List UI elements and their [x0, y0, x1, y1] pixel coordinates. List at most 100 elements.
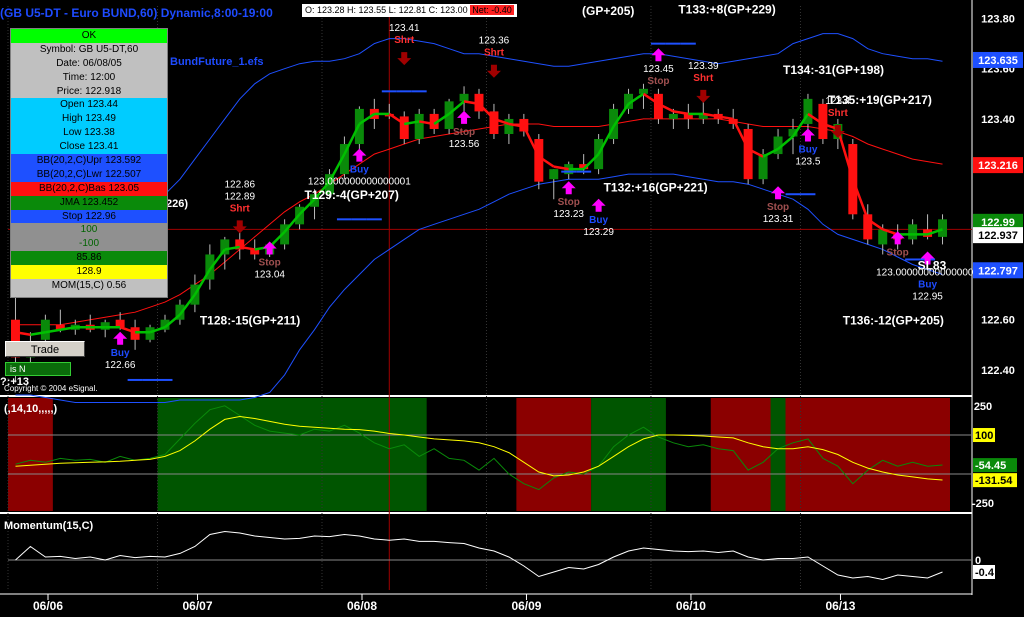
short-label: 123.36: [479, 36, 510, 47]
trade-button[interactable]: Trade: [5, 341, 85, 357]
ohlc-close: C: 123.00: [428, 5, 468, 15]
buy-label: 122.95: [912, 291, 943, 302]
candle-body[interactable]: [668, 113, 678, 119]
stop-label: Stop: [767, 202, 789, 213]
stop-label: 123.56: [449, 139, 480, 150]
cci-tick-label: 250: [974, 401, 992, 413]
mom-pane-label: Momentum(15,C): [4, 520, 94, 532]
candle-body[interactable]: [40, 319, 50, 340]
buy-label: Buy: [589, 215, 608, 226]
data-window-row: Close 123.41: [11, 140, 167, 155]
candle-body[interactable]: [908, 224, 918, 240]
short-label: 122.89: [224, 191, 255, 202]
cci-zone-band: [157, 398, 427, 511]
data-window-row: Stop 122.96: [11, 209, 167, 224]
short-arrow-icon: [696, 89, 711, 103]
title-mode: Dynamic,8:00-19:00: [160, 6, 273, 20]
candle-body[interactable]: [414, 113, 424, 140]
data-window-row: MOM(15,C) 0.56: [11, 279, 167, 293]
candle-body[interactable]: [145, 327, 155, 340]
price-tick-label: 122.60: [981, 315, 1015, 327]
title-symbol: (GB U5-DT - Euro BUND,60): [0, 6, 158, 20]
chart-title: (GB U5-DT - Euro BUND,60) Dynamic,8:00-1…: [0, 4, 273, 22]
candle-body[interactable]: [549, 169, 559, 180]
cci-marker-label: -54.45: [975, 460, 1006, 472]
stop-label: Stop: [887, 247, 909, 258]
stop-label: 123.45: [643, 64, 674, 75]
cci-tick-label: -250: [972, 498, 994, 510]
data-window-row: 85.86: [11, 251, 167, 266]
short-label: Shrt: [693, 73, 714, 84]
date-tick-label: 06/08: [347, 599, 377, 613]
buy-label: 122.66: [105, 360, 136, 371]
cci-pane-label: (,14,10,,,,,): [4, 403, 58, 415]
short-label: Shrt: [484, 48, 505, 59]
data-window-row: BB(20,2,C)Upr 123.592: [11, 154, 167, 168]
candle-body[interactable]: [250, 249, 260, 255]
buy-label: 123.29: [583, 227, 614, 238]
date-tick-label: 06/07: [183, 599, 213, 613]
buy-label: 123.5: [795, 157, 820, 168]
stop-label: Stop: [453, 127, 475, 138]
trade-result-label: SL83: [918, 259, 947, 273]
price-marker-label: 123.216: [978, 160, 1018, 172]
trade-result-label: T135:+19(GP+217): [828, 93, 932, 107]
data-window-row: -100: [11, 237, 167, 252]
buy-label: Buy: [918, 279, 937, 290]
stop-label: 123.31: [763, 214, 794, 225]
ohlc-readout: O: 123.28 H: 123.55 L: 122.81 C: 123.00 …: [302, 4, 517, 17]
data-window-row: BB(20,2,C)Bas 123.05: [11, 181, 167, 196]
data-window-row: Symbol: GB U5-DT,60: [11, 42, 167, 57]
trade-result-label: T136:-12(GP+205): [843, 314, 944, 328]
candle-body[interactable]: [743, 128, 753, 180]
trade-result-label: T133:+8(GP+229): [678, 3, 775, 17]
stop-label: 123.04: [254, 269, 285, 280]
data-window-row: Open 123.44: [11, 98, 167, 113]
trade-result-label: T128:-15(GP+211): [200, 314, 300, 328]
short-label: Shrt: [828, 108, 849, 119]
candle-body[interactable]: [459, 93, 469, 102]
mom-marker-label: -0.4: [975, 567, 995, 579]
price-marker-label: 123.635: [978, 55, 1018, 67]
title-trailing: (GP+205): [582, 4, 635, 18]
stop-label: Stop: [259, 257, 281, 268]
trade-status: is N: [5, 362, 71, 376]
efs-name: BundFuture_1.efs: [170, 56, 264, 68]
candle-body[interactable]: [758, 154, 768, 180]
buy-arrow-icon: [591, 198, 606, 212]
ohlc-low: L: 122.81: [388, 5, 427, 15]
data-window[interactable]: OK Symbol: GB U5-DT,60 Date: 06/08/05 Time:…: [10, 28, 168, 298]
jma-segment: [673, 110, 689, 116]
buy-label: Buy: [350, 165, 369, 176]
candle-body[interactable]: [638, 88, 648, 94]
buy-label: Buy: [798, 145, 817, 156]
data-window-row: Low 123.38: [11, 126, 167, 141]
candle-body[interactable]: [130, 327, 140, 340]
stop-arrow-icon: [771, 186, 786, 200]
price-axis-area: [972, 0, 1024, 617]
data-window-row: OK: [11, 29, 167, 43]
date-tick-label: 06/09: [511, 599, 541, 613]
candle-body[interactable]: [504, 118, 514, 134]
cci-zone-band: [785, 398, 950, 511]
short-arrow-icon: [232, 220, 247, 234]
cci-marker-label: -131.54: [975, 475, 1013, 487]
stop-arrow-icon: [651, 48, 666, 62]
short-label: 123.39: [688, 61, 719, 72]
data-window-row: Time: 12:00: [11, 70, 167, 85]
short-label: 122.86: [224, 179, 255, 190]
ohlc-net: Net: -0.40: [470, 5, 514, 15]
candle-body[interactable]: [100, 322, 110, 330]
candle-body[interactable]: [534, 139, 544, 182]
candle-body[interactable]: [399, 116, 409, 140]
partial-label-226: 226): [166, 198, 189, 210]
short-arrow-icon: [397, 52, 412, 66]
price-tick-label: 123.80: [981, 14, 1015, 26]
stop-label: Stop: [647, 76, 669, 87]
cci-zone-band: [591, 398, 666, 511]
price-marker-label: 122.99: [981, 217, 1015, 229]
price-tick-label: 123.40: [981, 114, 1015, 126]
stop-label: 123.23: [553, 209, 584, 220]
buy-arrow-icon: [352, 148, 367, 162]
candle-body[interactable]: [938, 219, 948, 237]
